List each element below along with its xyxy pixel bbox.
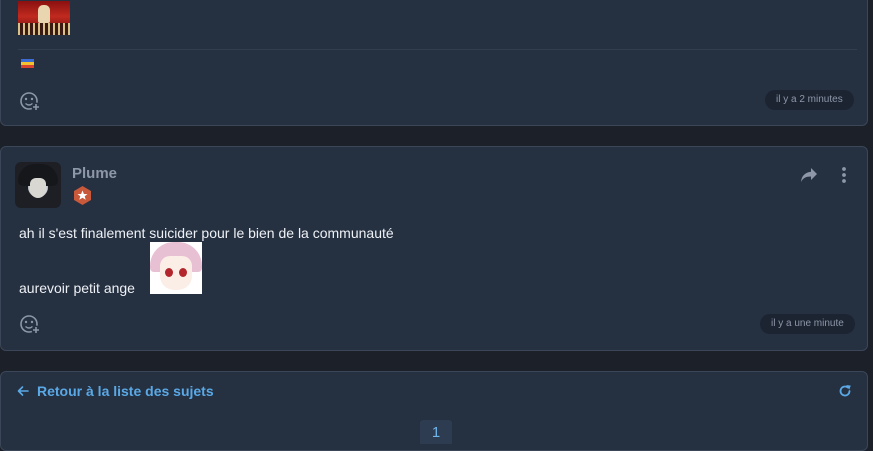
avatar[interactable] (15, 162, 61, 208)
post-image (18, 1, 70, 35)
star-badge-icon (74, 186, 91, 205)
add-reaction-button[interactable] (19, 90, 41, 112)
sticker-image (150, 242, 202, 294)
more-options-button[interactable] (839, 166, 849, 184)
post-text-line: aurevoir petit ange (19, 280, 135, 296)
share-icon (801, 168, 817, 182)
pagination-current-page[interactable]: 1 (420, 420, 452, 444)
flag-emoji-icon (21, 59, 34, 68)
refresh-button[interactable] (838, 384, 852, 398)
arrow-left-icon (17, 386, 29, 396)
previous-post-card: il y a 2 minutes (0, 0, 868, 126)
divider (18, 49, 857, 50)
share-button[interactable] (800, 167, 818, 183)
post-author[interactable]: Plume (72, 165, 117, 182)
add-reaction-icon (20, 92, 41, 112)
topic-footer-card: Retour à la liste des sujets 1 (0, 371, 868, 451)
back-to-topics-link[interactable]: Retour à la liste des sujets (17, 383, 214, 399)
more-vertical-icon (842, 167, 846, 183)
post-text-line: ah il s'est finalement suicider pour le … (19, 225, 394, 241)
post-timestamp: il y a une minute (760, 314, 855, 334)
rank-badge (72, 185, 93, 206)
post-card: Plume ah il s'est finalement suicider po… (0, 146, 868, 351)
back-link-label: Retour à la liste des sujets (37, 383, 214, 399)
post-timestamp: il y a 2 minutes (765, 90, 854, 110)
add-reaction-button[interactable] (19, 313, 41, 335)
add-reaction-icon (20, 315, 41, 335)
refresh-icon (839, 385, 851, 397)
